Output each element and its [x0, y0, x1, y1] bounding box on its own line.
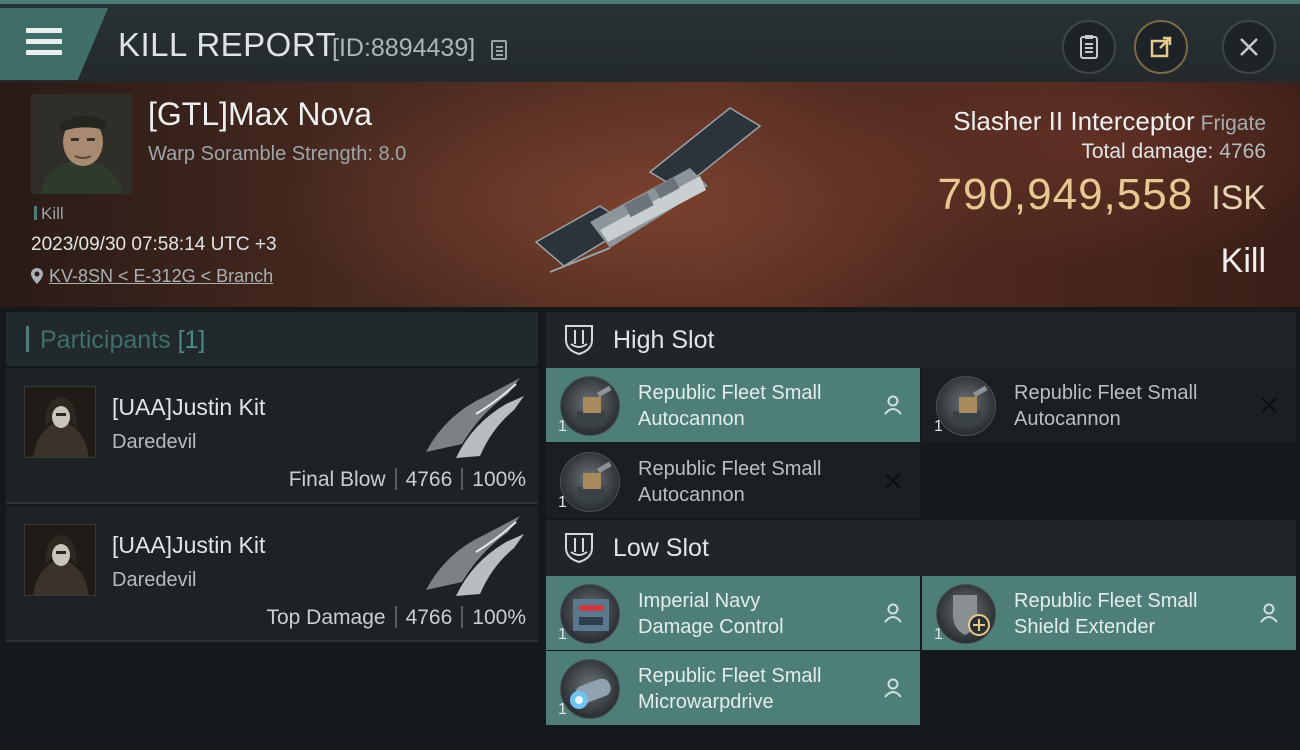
module-slot[interactable]: 1 Republic Fleet Small Autocannon: [922, 368, 1296, 442]
close-icon: [1261, 397, 1277, 413]
clipboard-icon: [1080, 35, 1098, 59]
warp-scramble-strength: Warp Soramble Strength: 8.0: [148, 143, 407, 165]
module-name: Republic Fleet Small Shield Extender: [1014, 590, 1198, 638]
shield-extender-icon: [936, 584, 996, 644]
menu-icon: [26, 28, 62, 58]
kill-tag: Kill: [34, 204, 64, 224]
total-damage: Total damage: 4766: [1081, 140, 1266, 164]
victim-ship-name[interactable]: Slasher II Interceptor Frigate: [953, 106, 1266, 137]
participant-avatar: [24, 524, 96, 596]
low-slot-header: Low Slot: [546, 520, 1296, 576]
isk-amount: 790,949,558: [937, 170, 1194, 219]
location-link[interactable]: KV-8SN < E-312G < Branch: [31, 266, 273, 287]
participant-percent: 100%: [472, 468, 526, 491]
participant-row[interactable]: [UAA]Justin Kit Daredevil Final Blow 4766…: [6, 368, 538, 504]
kill-tag-label: Kill: [41, 204, 64, 223]
module-name: Imperial Navy Damage Control: [638, 590, 784, 638]
participant-damage: 4766: [405, 468, 453, 491]
participant-name[interactable]: [UAA]Justin Kit: [112, 394, 265, 421]
participants-count: [1]: [177, 326, 206, 354]
person-icon: [884, 603, 902, 623]
close-button[interactable]: [1222, 20, 1276, 74]
isk-value: 790,949,558 ISK: [938, 170, 1267, 220]
low-slot-icon: [565, 533, 593, 564]
participants-label: Participants [1]: [40, 326, 205, 355]
participant-ship-image: [426, 516, 524, 596]
ship-name-text: Slasher II Interceptor: [953, 106, 1195, 136]
victim-ship-image: [534, 107, 762, 273]
high-slot-label: High Slot: [613, 326, 715, 354]
share-icon: [1150, 36, 1172, 58]
autocannon-icon: [560, 376, 620, 436]
header-bar: KILL REPORT [ID:8894439]: [0, 0, 1300, 82]
participant-percent: 100%: [472, 606, 526, 629]
report-id: [ID:8894439]: [332, 34, 476, 62]
participant-tag: Top Damage: [266, 606, 386, 629]
module-name: Republic Fleet Small Autocannon: [638, 382, 822, 430]
module-quantity: 1: [934, 626, 943, 643]
clipboard-button[interactable]: [1062, 20, 1116, 74]
module-slot[interactable]: 1 Imperial Navy Damage Control: [546, 576, 920, 650]
result-label: Kill: [1220, 242, 1266, 280]
person-icon: [884, 678, 902, 698]
participants-header: Participants [1]: [6, 312, 538, 366]
participant-damage: 4766: [405, 606, 453, 629]
participants-title: Participants: [40, 326, 171, 354]
module-quantity: 1: [558, 418, 567, 435]
close-icon: [885, 473, 901, 489]
module-quantity: 1: [558, 494, 567, 511]
total-damage-label: Total damage:: [1081, 140, 1214, 163]
participant-name[interactable]: [UAA]Justin Kit: [112, 532, 265, 559]
low-slot-label: Low Slot: [613, 534, 709, 562]
ship-class: Frigate: [1200, 112, 1266, 135]
kill-datetime: 2023/09/30 07:58:14 UTC +3: [31, 234, 277, 255]
module-name: Republic Fleet Small Autocannon: [1014, 382, 1198, 430]
module-slot[interactable]: 1 Republic Fleet Small Autocannon: [546, 368, 920, 442]
participant-ship-image: [426, 378, 524, 458]
autocannon-icon: [936, 376, 996, 436]
location-pin-icon: [31, 268, 43, 284]
module-name: Republic Fleet Small Autocannon: [638, 458, 822, 506]
victim-portrait[interactable]: [31, 94, 132, 194]
menu-button[interactable]: [0, 8, 108, 80]
participant-stats: Final Blow 4766 100%: [289, 468, 526, 492]
participants-panel: Participants [1] [UAA]Justin Kit Daredev…: [6, 312, 538, 750]
share-button[interactable]: [1134, 20, 1188, 74]
location-text[interactable]: KV-8SN < E-312G < Branch: [49, 266, 273, 286]
victim-banner: [GTL]Max Nova Warp Soramble Strength: 8.…: [0, 82, 1300, 307]
module-slot[interactable]: 1 Republic Fleet Small Microwarpdrive: [546, 651, 920, 725]
microwarpdrive-icon: [560, 659, 620, 719]
total-damage-value: 4766: [1219, 140, 1266, 163]
close-icon: [1240, 38, 1258, 56]
high-slot-icon: [565, 325, 593, 356]
participant-ship: Daredevil: [112, 569, 197, 591]
participant-ship: Daredevil: [112, 431, 197, 453]
participant-stats: Top Damage 4766 100%: [266, 606, 526, 630]
copy-icon[interactable]: [491, 40, 507, 60]
module-slot[interactable]: 1 Republic Fleet Small Autocannon: [546, 444, 920, 518]
autocannon-icon: [560, 452, 620, 512]
person-icon: [1260, 603, 1278, 623]
module-name: Republic Fleet Small Microwarpdrive: [638, 665, 822, 713]
module-quantity: 1: [934, 418, 943, 435]
isk-unit: ISK: [1211, 179, 1266, 217]
module-quantity: 1: [558, 701, 567, 718]
module-quantity: 1: [558, 626, 567, 643]
participant-tag: Final Blow: [288, 468, 386, 491]
person-icon: [884, 395, 902, 415]
participant-avatar: [24, 386, 96, 458]
module-slot[interactable]: 1 Republic Fleet Small Shield Extender: [922, 576, 1296, 650]
high-slot-header: High Slot: [546, 312, 1296, 368]
page-title: KILL REPORT: [118, 26, 337, 63]
participant-row[interactable]: [UAA]Justin Kit Daredevil Top Damage 4766…: [6, 506, 538, 642]
damage-control-icon: [560, 584, 620, 644]
victim-name[interactable]: [GTL]Max Nova: [148, 96, 372, 133]
